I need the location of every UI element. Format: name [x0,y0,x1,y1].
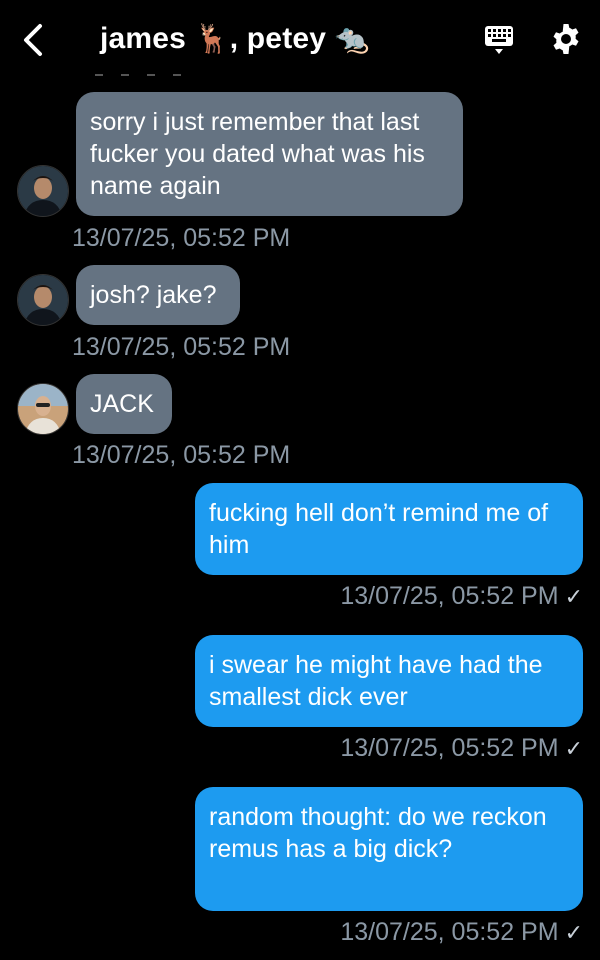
message-bubble-outgoing[interactable]: fucking hell don’t remind me of him [195,483,583,575]
message-text: i swear he might have had the smallest d… [209,651,543,711]
message-bubble-incoming[interactable]: JACK [76,374,172,434]
message-text: sorry i just remember that last fucker y… [90,108,425,200]
message-timestamp: 13/07/25, 05:52 PM [340,582,559,610]
participant-name-1: james [100,22,187,55]
sent-check-icon: ✓ [564,584,583,609]
message-text: josh? jake? [90,281,217,309]
sent-check-icon: ✓ [564,736,583,761]
title-separator: , [229,22,247,55]
scroll-fade-line [95,74,185,76]
rat-emoji: 🐀 [334,23,370,54]
participant-name-2: petey [246,22,327,55]
sent-check-icon: ✓ [564,920,583,945]
message-bubble-outgoing[interactable]: i swear he might have had the smallest d… [195,635,583,727]
keyboard-icon[interactable] [484,24,514,56]
avatar[interactable] [17,165,69,217]
gear-icon[interactable] [550,23,582,55]
message-timestamp: 13/07/25, 05:52 PM [72,441,291,469]
message-bubble-outgoing[interactable]: random thought: do we reckon remus has a… [195,787,583,911]
avatar[interactable] [17,274,69,326]
avatar[interactable] [17,383,69,435]
message-bubble-incoming[interactable]: sorry i just remember that last fucker y… [76,92,463,216]
message-text: fucking hell don’t remind me of him [209,499,549,559]
message-timestamp-row: 13/07/25, 05:52 PM ✓ [340,734,583,763]
message-bubble-incoming[interactable]: josh? jake? [76,265,240,325]
conversation-title[interactable]: james 🦌, petey 🐀 [100,22,370,56]
back-chevron-icon[interactable] [18,22,48,58]
message-timestamp: 13/07/25, 05:52 PM [72,333,291,361]
message-timestamp: 13/07/25, 05:52 PM [340,918,559,946]
chat-header: james 🦌, petey 🐀 [0,0,600,80]
message-timestamp-row: 13/07/25, 05:52 PM ✓ [340,918,583,947]
message-text: JACK [90,390,154,418]
message-timestamp: 13/07/25, 05:52 PM [72,224,291,252]
message-timestamp-row: 13/07/25, 05:52 PM ✓ [340,582,583,611]
deer-emoji: 🦌 [194,23,230,54]
message-timestamp: 13/07/25, 05:52 PM [340,734,559,762]
message-text: random thought: do we reckon remus has a… [209,803,547,863]
